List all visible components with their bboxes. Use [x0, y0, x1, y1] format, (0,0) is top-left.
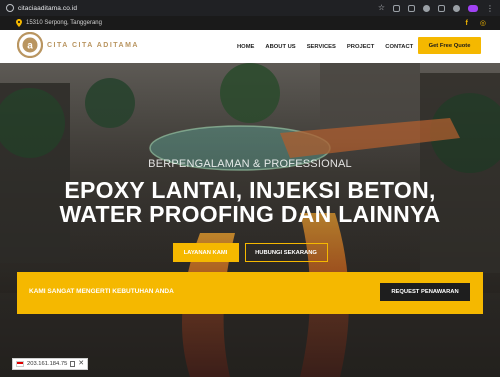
profile-extension-icon[interactable]	[423, 4, 430, 12]
page: citaciaaditama.co.id ☆ ⋮ 15310 Serpong, …	[0, 0, 500, 377]
hero-title-line-2: WATER PROOFING DAN LAINNYA	[59, 201, 441, 227]
nav-about-us[interactable]: ABOUT US	[265, 44, 295, 50]
layanan-kami-button[interactable]: LAYANAN KAMI	[172, 243, 239, 262]
browser-toolbar: citaciaaditama.co.id ☆ ⋮	[0, 0, 500, 16]
nav-home[interactable]: HOME	[237, 44, 254, 50]
nav-services[interactable]: SERVICES	[307, 44, 336, 50]
url-text[interactable]: citaciaaditama.co.id	[18, 5, 77, 12]
hero-buttons: LAYANAN KAMI HUBUNGI SEKARANG	[0, 243, 500, 262]
cta-band: KAMI SANGAT MENGERTI KEBUTUHAN ANDA REQU…	[17, 272, 483, 314]
profile-avatar-icon[interactable]	[468, 4, 478, 12]
close-icon[interactable]: ✕	[78, 359, 84, 369]
map-pin-icon	[16, 19, 22, 27]
hero-tagline: BERPENGALAMAN & PROFESSIONAL	[148, 158, 352, 170]
instagram-icon[interactable]: ◎	[480, 19, 486, 27]
top-info-bar: 15310 Serpong, Tanggerang f ◎	[0, 16, 500, 30]
logo-text: CITA CITA ADITAMA	[47, 41, 139, 49]
bookmark-star-icon[interactable]: ☆	[378, 0, 385, 16]
ip-address-overlay: 203.161.184.75 ✕	[12, 358, 89, 370]
hero-title-line-1: EPOXY LANTAI, INJEKSI BETON,	[64, 177, 436, 203]
get-free-quote-button[interactable]: Get Free Quote	[418, 37, 481, 54]
cta-text: KAMI SANGAT MENGERTI KEBUTUHAN ANDA	[29, 288, 174, 295]
location-info: 15310 Serpong, Tanggerang	[16, 16, 102, 30]
location-text: 15310 Serpong, Tanggerang	[26, 20, 102, 26]
request-penawaran-button[interactable]: REQUEST PENAWARAN	[380, 283, 470, 301]
extension-icon[interactable]	[408, 4, 415, 12]
hero-section: BERPENGALAMAN & PROFESSIONAL EPOXY LANTA…	[0, 63, 500, 377]
hubungi-sekarang-button[interactable]: HUBUNGI SEKARANG	[244, 243, 328, 262]
social-links: f ◎	[466, 16, 486, 30]
browser-menu-icon[interactable]: ⋮	[486, 4, 494, 13]
browser-actions: ☆ ⋮	[378, 0, 494, 16]
settings-extension-icon[interactable]	[453, 4, 460, 12]
nav-project[interactable]: PROJECT	[347, 44, 374, 50]
logo[interactable]: a CITA CITA ADITAMA	[17, 32, 139, 58]
copy-icon[interactable]	[70, 361, 76, 367]
hero-title: EPOXY LANTAI, INJEKSI BETON, WATER PROOF…	[0, 178, 500, 226]
logo-mark-icon: a	[17, 32, 43, 58]
site-info-icon[interactable]	[6, 4, 14, 12]
ip-address-text: 203.161.184.75	[27, 361, 68, 367]
download-icon[interactable]	[393, 4, 400, 12]
indonesia-flag-icon	[16, 361, 24, 367]
site-header: a CITA CITA ADITAMA HOME ABOUT US SERVIC…	[0, 30, 500, 63]
facebook-icon[interactable]: f	[466, 20, 468, 27]
puzzle-icon[interactable]	[438, 4, 445, 12]
main-nav: HOME ABOUT US SERVICES PROJECT CONTACT	[237, 30, 424, 63]
svg-text:a: a	[27, 41, 33, 52]
address-bar[interactable]: citaciaaditama.co.id	[0, 0, 77, 16]
nav-contact[interactable]: CONTACT	[385, 44, 413, 50]
